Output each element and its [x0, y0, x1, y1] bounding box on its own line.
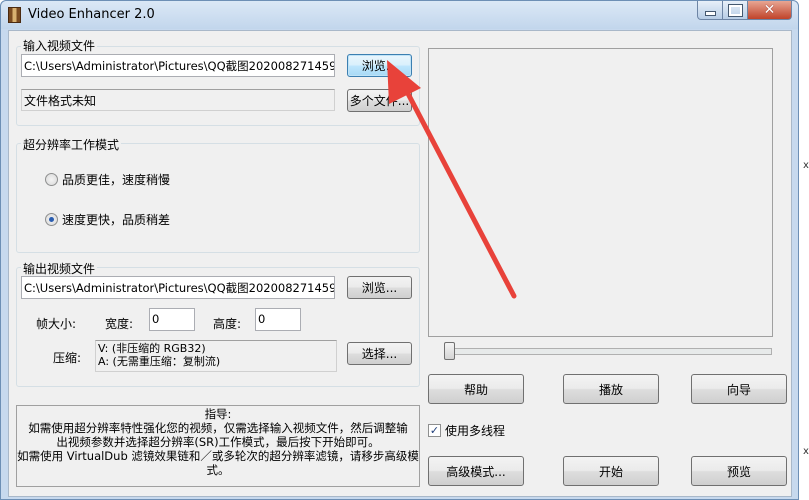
- edge-text-fragment-2: x: [803, 446, 809, 457]
- help-button[interactable]: 帮助: [428, 374, 524, 404]
- multithread-label: 使用多线程: [445, 424, 506, 438]
- input-browse-button[interactable]: 浏览...: [347, 54, 412, 77]
- output-browse-button[interactable]: 浏览...: [347, 276, 412, 299]
- multithread-checkbox[interactable]: ✓ 使用多线程: [428, 422, 505, 439]
- preview-button[interactable]: 预览: [691, 456, 787, 486]
- client-area: 输入视频文件 C:\Users\Administrator\Pictures\Q…: [8, 30, 792, 497]
- format-status: 文件格式未知: [21, 89, 335, 111]
- edge-text-fragment-1: x: [803, 160, 809, 171]
- compress-select-button[interactable]: 选择...: [347, 342, 412, 365]
- height-label: 高度:: [213, 317, 242, 331]
- seek-slider-track[interactable]: [446, 348, 772, 355]
- input-group-label: 输入视频文件: [21, 37, 98, 54]
- window-title: Video Enhancer 2.0: [28, 7, 155, 22]
- compress-label: 压缩:: [53, 351, 82, 365]
- play-button[interactable]: 播放: [563, 374, 659, 404]
- start-button[interactable]: 开始: [563, 456, 659, 486]
- width-input[interactable]: 0: [149, 308, 195, 331]
- maximize-button[interactable]: [722, 1, 748, 20]
- width-label: 宽度:: [105, 317, 134, 331]
- height-input[interactable]: 0: [255, 308, 301, 331]
- app-film-icon: [8, 7, 21, 23]
- seek-slider-thumb[interactable]: [444, 342, 455, 360]
- radio-speed[interactable]: 速度更快，品质稍差: [45, 211, 170, 228]
- app-window: Video Enhancer 2.0 ✕ 输入视频文件 C:\Users\Adm…: [0, 0, 799, 500]
- input-path-field[interactable]: C:\Users\Administrator\Pictures\QQ截图2020…: [21, 54, 335, 77]
- output-path-field[interactable]: C:\Users\Administrator\Pictures\QQ截图2020…: [21, 276, 335, 299]
- compress-video-text: V: (非压缩的 RGB32): [98, 342, 206, 355]
- minimize-button[interactable]: [697, 1, 723, 20]
- compress-audio-text: A: (无需重压缩：复制流): [98, 355, 221, 368]
- checkmark-icon[interactable]: ✓: [428, 424, 441, 437]
- compress-info: V: (非压缩的 RGB32) A: (无需重压缩：复制流): [95, 340, 337, 372]
- close-icon: ✕: [763, 2, 776, 18]
- close-button[interactable]: ✕: [747, 1, 792, 20]
- guide-panel: 指导: 如需使用超分辨率特性强化您的视频，仅需选择输入视频文件，然后调整输 出视…: [16, 405, 420, 487]
- guide-line-1: 如需使用超分辨率特性强化您的视频，仅需选择输入视频文件，然后调整输: [28, 421, 408, 435]
- title-bar[interactable]: Video Enhancer 2.0 ✕: [1, 1, 798, 29]
- radio-quality-label: 品质更佳，速度稍慢: [62, 173, 171, 187]
- radio-quality[interactable]: 品质更佳，速度稍慢: [45, 171, 170, 188]
- guide-line-2: 出视频参数并选择超分辨率(SR)工作模式，最后按下开始即可。: [56, 435, 380, 449]
- radio-quality-dot[interactable]: [45, 173, 58, 186]
- mode-group-label: 超分辨率工作模式: [21, 136, 122, 153]
- radio-speed-dot[interactable]: [45, 213, 58, 226]
- radio-speed-label: 速度更快，品质稍差: [62, 213, 171, 227]
- mode-group: [16, 143, 420, 253]
- video-preview-area: [428, 48, 773, 337]
- advanced-mode-button[interactable]: 高级模式...: [428, 456, 524, 486]
- output-group-label: 输出视频文件: [21, 260, 98, 277]
- frame-size-label: 帧大小:: [36, 317, 77, 331]
- wizard-button[interactable]: 向导: [691, 374, 787, 404]
- guide-title: 指导:: [204, 407, 232, 421]
- multiple-files-button[interactable]: 多个文件...: [347, 89, 412, 112]
- guide-line-3: 如需使用 VirtualDub 滤镜效果链和／或多轮次的超分辨率滤镜，请移步高级…: [17, 449, 419, 463]
- guide-line-4: 式。: [206, 463, 230, 477]
